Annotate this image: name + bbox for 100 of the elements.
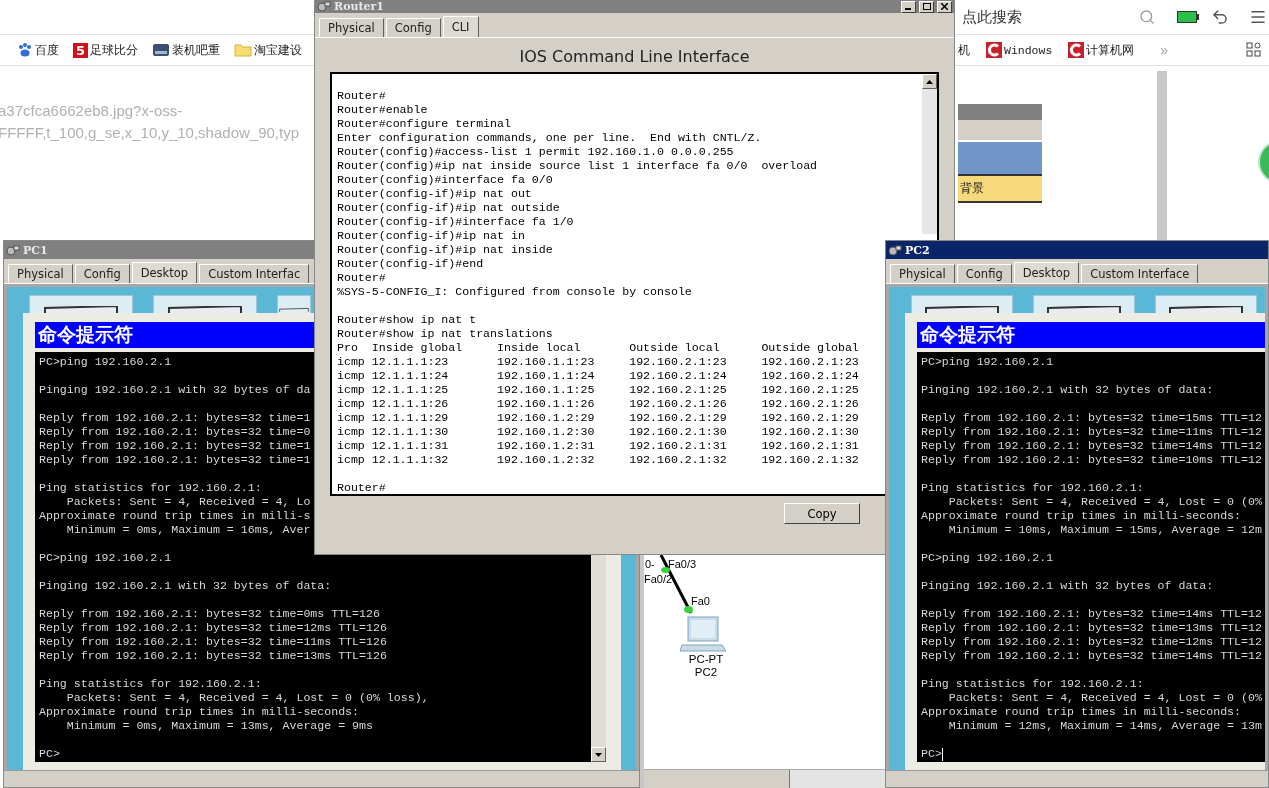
terminal-line: Router(config-if)#ip nat out — [337, 187, 532, 201]
text-cursor — [941, 747, 943, 761]
bookmark-link[interactable]: Windows — [986, 42, 1053, 58]
terminal-line: Approximate round trip times in milli-seconds: — [39, 705, 360, 719]
copy-button[interactable]: Copy — [784, 503, 860, 524]
search-icon[interactable] — [1139, 9, 1155, 25]
terminal-line: PC> — [39, 747, 60, 761]
terminal-line: Approximate round trip times in milli-s — [39, 509, 311, 523]
terminal-line: Reply from 192.160.2.1: bytes=32 time=1 — [39, 411, 311, 425]
bookmark-link[interactable]: 5 足球比分 — [73, 41, 138, 59]
tab[interactable]: Physical — [8, 264, 73, 283]
terminal-line: Router(config-if)#interface fa 1/0 — [337, 215, 574, 229]
terminal-line: Ping statistics for 192.160.2.1: — [921, 677, 1144, 691]
terminal-line: Reply from 192.160.2.1: bytes=32 time=12ms TTL=12 — [921, 635, 1262, 649]
device-icon — [888, 244, 902, 256]
terminal-line: Ping statistics for 192.160.2.1: — [39, 677, 262, 691]
terminal-line: Reply from 192.160.2.1: bytes=32 time=11ms TTL=12 — [921, 425, 1262, 439]
terminal-line: Packets: Sent = 4, Received = 4, Lost = 0 (0% — [947, 691, 1262, 705]
terminal-line: Reply from 192.160.2.1: bytes=32 time=14ms TTL=12 — [921, 607, 1262, 621]
terminal-line: Enter configuration commands, one per line. End with CNTL/Z. — [337, 131, 762, 145]
terminal-line: Router#show ip nat translations — [337, 327, 553, 341]
terminal-line: Router# — [337, 481, 386, 495]
terminal-line: PC>ping 192.160.2.1 — [39, 551, 172, 565]
terminal-line: icmp 12.1.1.1:23 192.160.1.1:23 192.160.2.1:23 192.160.2.1:23 — [337, 355, 859, 369]
apps-icon[interactable] — [1246, 42, 1262, 58]
bookmark-link[interactable]: 淘宝建设 — [234, 41, 302, 59]
scrollbar[interactable] — [922, 74, 937, 234]
terminal-line: Reply from 192.160.2.1: bytes=32 time=0 — [39, 425, 311, 439]
tab[interactable]: Config — [74, 264, 130, 283]
menu-label: 背景 — [959, 180, 984, 197]
terminal-line: Packets: Sent = 4, Received = 4, Lost = 0 (0% loss), — [65, 691, 429, 705]
maximize-button[interactable] — [919, 0, 934, 13]
close-icon — [941, 3, 948, 10]
bookmark-link[interactable]: 百度 — [17, 41, 59, 59]
terminal-line: Pinging 192.160.2.1 with 32 bytes of data: — [39, 579, 332, 593]
terminal-line: Router(config)#interface fa 0/0 — [337, 173, 553, 187]
c-logo-icon — [986, 42, 1002, 58]
terminal-line: Packets: Sent = 4, Received = 4, Lo — [65, 495, 311, 509]
terminal-line: Router#configure terminal — [337, 117, 511, 131]
tab[interactable]: Config — [956, 264, 1012, 283]
bookmark-link[interactable]: 计算机网 — [1068, 42, 1135, 58]
tab[interactable]: Desktop — [131, 262, 198, 283]
undo-icon[interactable] — [1211, 8, 1229, 26]
terminal-line: Reply from 192.160.2.1: bytes=32 time=11ms TTL=126 — [39, 635, 387, 649]
close-button[interactable] — [937, 0, 952, 13]
down-arrow-icon[interactable] — [595, 752, 602, 757]
minimize-button[interactable] — [901, 0, 916, 13]
url-text: FFFFF,t_100,g_se,x_10,y_10,shadow_90,typ — [0, 124, 299, 143]
terminal-line: PC>ping 192.160.2.1 — [921, 551, 1054, 565]
terminal-line: Pinging 192.160.2.1 with 32 bytes of data: — [921, 579, 1214, 593]
terminal-line: Reply from 192.160.2.1: bytes=32 time=14ms TTL=12 — [921, 649, 1262, 663]
terminal-line: Minimum = 10ms, Maximum = 15ms, Average = 12m — [947, 523, 1262, 537]
terminal-line: Reply from 192.160.2.1: bytes=32 time=0ms TTL=126 — [39, 607, 380, 621]
c-logo-icon — [1068, 42, 1085, 58]
device-icon — [317, 1, 331, 12]
terminal-line: Packets: Sent = 4, Received = 4, Lost = 0 (0% — [947, 495, 1262, 509]
terminal-line: icmp 12.1.1.1:32 192.160.1.2:32 192.160.2.1:32 192.160.2.1:32 — [337, 453, 859, 467]
window-title: 命令提示符 — [917, 322, 1265, 348]
tab[interactable]: Custom Interfac — [199, 264, 310, 283]
device-model: PC-PT — [687, 653, 725, 665]
terminal-line: Router(config-if)#end — [337, 257, 484, 271]
terminal-line: Ping statistics for 192.160.2.1: — [921, 481, 1144, 495]
scrollbar[interactable] — [1157, 71, 1167, 241]
terminal-line: PC>ping 192.160.2.1 — [921, 355, 1054, 369]
device-name: PC2 — [693, 666, 719, 678]
terminal-line: Reply from 192.160.2.1: bytes=32 time=14ms TTL=12 — [921, 439, 1262, 453]
battery-icon[interactable] — [1177, 11, 1199, 23]
menu-icon[interactable] — [1249, 8, 1267, 26]
tab[interactable]: Custom Interface — [1081, 264, 1199, 283]
terminal-line: Router# — [337, 271, 386, 285]
port-label: Fa0/3 — [668, 558, 697, 570]
terminal-line: Ping statistics for 192.160.2.1: — [39, 481, 262, 495]
terminal-line: Pinging 192.160.2.1 with 32 bytes of da — [39, 383, 311, 397]
search-field[interactable]: 点此搜索 — [955, 3, 1139, 31]
tab[interactable]: Physical — [890, 264, 955, 283]
port-label: Fa0 — [691, 595, 710, 607]
terminal-line: Router(config)#ip nat inside source list 1 interface fa 0/0 overload — [337, 159, 818, 173]
scrollbar[interactable] — [591, 555, 606, 762]
title-bar: PC2 — [886, 241, 1268, 259]
terminal-line: Router#enable — [337, 103, 428, 117]
terminal-line: Reply from 192.160.2.1: bytes=32 time=10ms TTL=12 — [921, 453, 1262, 467]
terminal-line: Reply from 192.160.2.1: bytes=32 time=13ms TTL=12 — [921, 621, 1262, 635]
terminal-line: Approximate round trip times in milli-seconds: — [921, 705, 1242, 719]
terminal-line: Approximate round trip times in milli-seconds: — [921, 509, 1242, 523]
terminal-line: Router(config-if)#ip nat inside — [337, 243, 553, 257]
tab[interactable]: Desktop — [1013, 262, 1080, 283]
maximize-icon — [922, 3, 931, 10]
terminal-line: Router(config-if)#ip nat outside — [337, 201, 560, 215]
terminal-line: icmp 12.1.1.1:25 192.160.1.1:25 192.160.2.1:25 192.160.2.1:25 — [337, 383, 859, 397]
terminal-line: Minimum = 12ms, Maximum = 14ms, Average = 13m — [947, 719, 1262, 733]
terminal-line: Reply from 192.160.2.1: bytes=32 time=15ms TTL=12 — [921, 411, 1262, 425]
title-bar: Router1 — [315, 0, 954, 13]
up-arrow-icon[interactable] — [926, 79, 933, 84]
link-status-icon — [684, 606, 693, 613]
bookmark-link[interactable]: 机 — [958, 41, 970, 59]
tab[interactable]: Config — [385, 18, 441, 37]
tab[interactable]: CLI — [442, 16, 479, 37]
tab[interactable]: Physical — [319, 18, 384, 37]
bookmark-link[interactable]: 装机吧重 — [152, 41, 220, 59]
scrollbar[interactable] — [644, 769, 885, 788]
